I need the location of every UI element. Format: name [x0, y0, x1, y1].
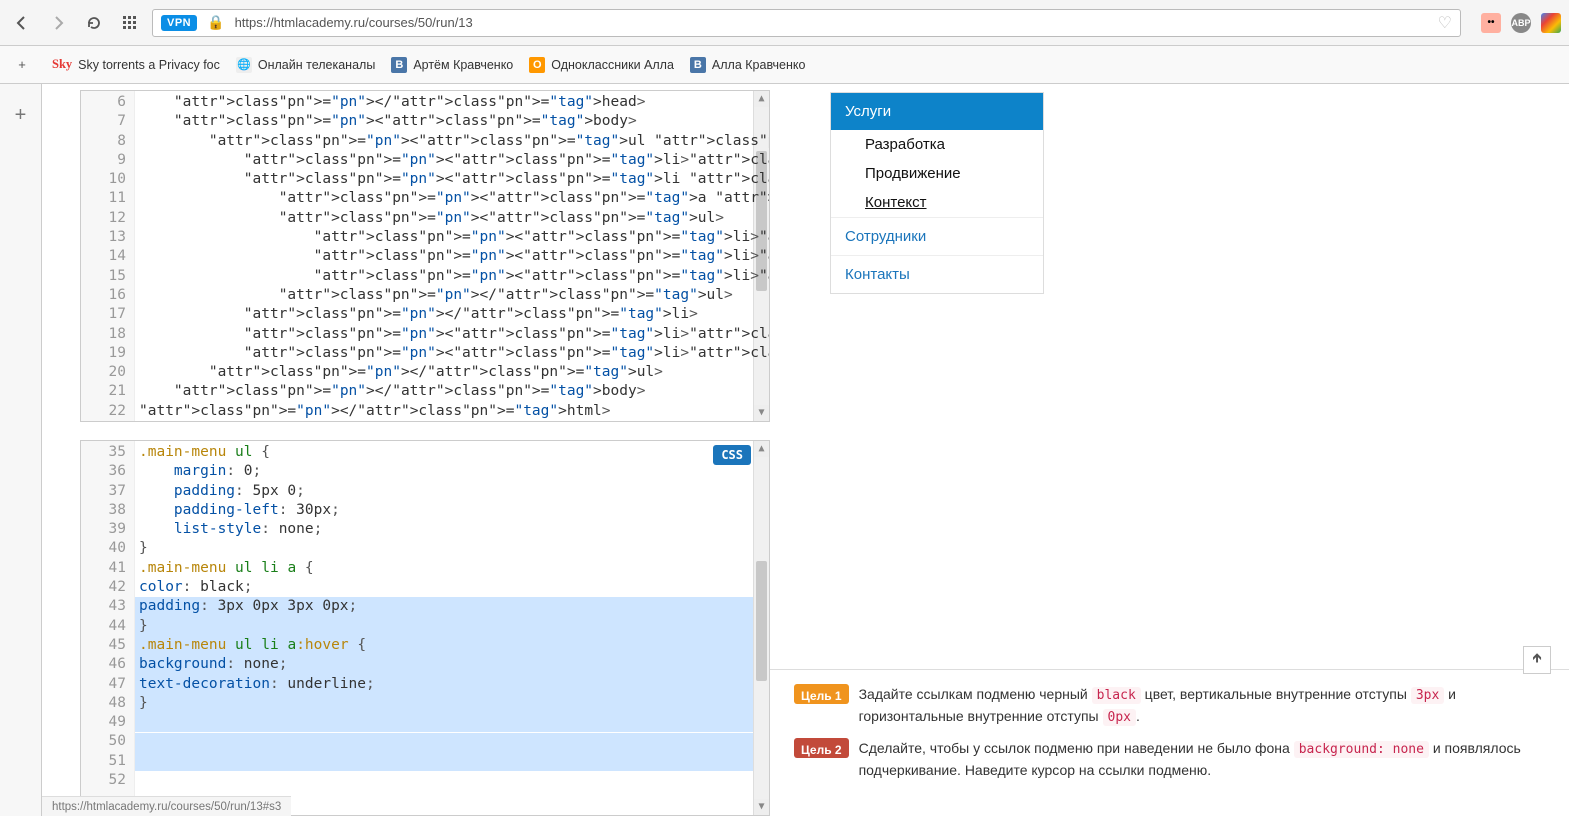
- bookmark-artem[interactable]: B Артём Кравченко: [391, 57, 513, 73]
- html-editor[interactable]: 678910111213141516171819202122 "attr">cl…: [80, 90, 770, 422]
- extension-icon-1[interactable]: ••: [1481, 13, 1501, 33]
- vk-icon: B: [690, 57, 706, 73]
- address-bar[interactable]: VPN 🔒 https://htmlacademy.ru/courses/50/…: [152, 9, 1461, 37]
- goals-panel: 🡹 Цель 1 Задайте ссылкам подменю черный …: [770, 669, 1569, 816]
- code-0px: 0px: [1103, 709, 1136, 726]
- status-text: https://htmlacademy.ru/courses/50/run/13…: [52, 801, 281, 813]
- new-bookmark-button[interactable]: +: [8, 51, 36, 79]
- bookmark-tv[interactable]: 🌐 Онлайн телеканалы: [236, 57, 375, 73]
- browser-nav-bar: VPN 🔒 https://htmlacademy.ru/courses/50/…: [0, 0, 1569, 46]
- bookmark-label: Одноклассники Алла: [551, 58, 674, 72]
- menu-contacts[interactable]: Контакты: [831, 255, 1043, 293]
- css-code[interactable]: .main-menu ul { margin: 0; padding: 5px …: [135, 441, 769, 815]
- bookmark-sky[interactable]: Sky Sky torrents a Privacy foc: [52, 57, 220, 72]
- translate-icon[interactable]: [1541, 13, 1561, 33]
- line-gutter: 353637383940414243444546474849505152: [81, 441, 135, 815]
- menu-services[interactable]: Услуги: [831, 93, 1043, 130]
- goal-1-text: Задайте ссылкам подменю черный black цве…: [859, 684, 1545, 728]
- reload-button[interactable]: [80, 9, 108, 37]
- menu-team[interactable]: Сотрудники: [831, 217, 1043, 255]
- line-gutter: 678910111213141516171819202122: [81, 91, 135, 421]
- bookmarks-bar: + Sky Sky torrents a Privacy foc 🌐 Онлайн …: [0, 46, 1569, 84]
- bookmark-ok[interactable]: O Одноклассники Алла: [529, 57, 674, 73]
- bookmark-label: Алла Кравченко: [712, 58, 806, 72]
- preview-pane: Услуги Разработка Продвижение Контекст С…: [770, 84, 1569, 816]
- code-black: black: [1092, 687, 1141, 704]
- forward-button[interactable]: [44, 9, 72, 37]
- css-editor[interactable]: CSS 353637383940414243444546474849505152…: [80, 440, 770, 816]
- status-bar: https://htmlacademy.ru/courses/50/run/13…: [42, 796, 291, 816]
- goal-1-badge: Цель 1: [794, 684, 849, 704]
- abp-icon[interactable]: ABP: [1511, 13, 1531, 33]
- main-content: 678910111213141516171819202122 "attr">cl…: [42, 84, 1569, 816]
- code-bg-none: background: none: [1294, 741, 1429, 758]
- vk-icon: B: [391, 57, 407, 73]
- editors-pane: 678910111213141516171819202122 "attr">cl…: [42, 84, 770, 816]
- submenu-promo[interactable]: Продвижение: [831, 159, 1043, 188]
- add-tab-button[interactable]: +: [0, 104, 41, 127]
- submenu-dev[interactable]: Разработка: [831, 130, 1043, 159]
- bookmark-label: Sky torrents a Privacy foc: [78, 58, 220, 72]
- goal-2: Цель 2 Сделайте, чтобы у ссылок подменю …: [794, 738, 1545, 782]
- sky-icon: Sky: [52, 57, 72, 72]
- url-text: https://htmlacademy.ru/courses/50/run/13: [235, 15, 1432, 30]
- vertical-tab-strip: +: [0, 84, 42, 816]
- preview-menu: Услуги Разработка Продвижение Контекст С…: [830, 92, 1044, 294]
- ok-icon: O: [529, 57, 545, 73]
- scroll-down-icon[interactable]: ▼: [754, 799, 769, 815]
- extension-icons: •• ABP: [1481, 13, 1561, 33]
- globe-icon: 🌐: [236, 57, 252, 73]
- code-3px: 3px: [1411, 687, 1444, 704]
- goal-2-badge: Цель 2: [794, 738, 849, 758]
- goal-2-text: Сделайте, чтобы у ссылок подменю при нав…: [859, 738, 1545, 782]
- html-code[interactable]: "attr">class"pn">="pn"></"attr">class"pn…: [135, 91, 769, 421]
- favorite-icon[interactable]: ♡: [1438, 13, 1452, 33]
- lock-icon: 🔒: [207, 14, 224, 31]
- scroll-to-top-button[interactable]: 🡹: [1523, 646, 1551, 674]
- bookmark-label: Онлайн телеканалы: [258, 58, 375, 72]
- submenu-context[interactable]: Контекст: [831, 188, 1043, 217]
- apps-button[interactable]: [116, 9, 144, 37]
- bookmark-alla[interactable]: B Алла Кравченко: [690, 57, 806, 73]
- goal-1: Цель 1 Задайте ссылкам подменю черный bl…: [794, 684, 1545, 728]
- bookmark-label: Артём Кравченко: [413, 58, 513, 72]
- back-button[interactable]: [8, 9, 36, 37]
- vpn-badge: VPN: [161, 15, 197, 31]
